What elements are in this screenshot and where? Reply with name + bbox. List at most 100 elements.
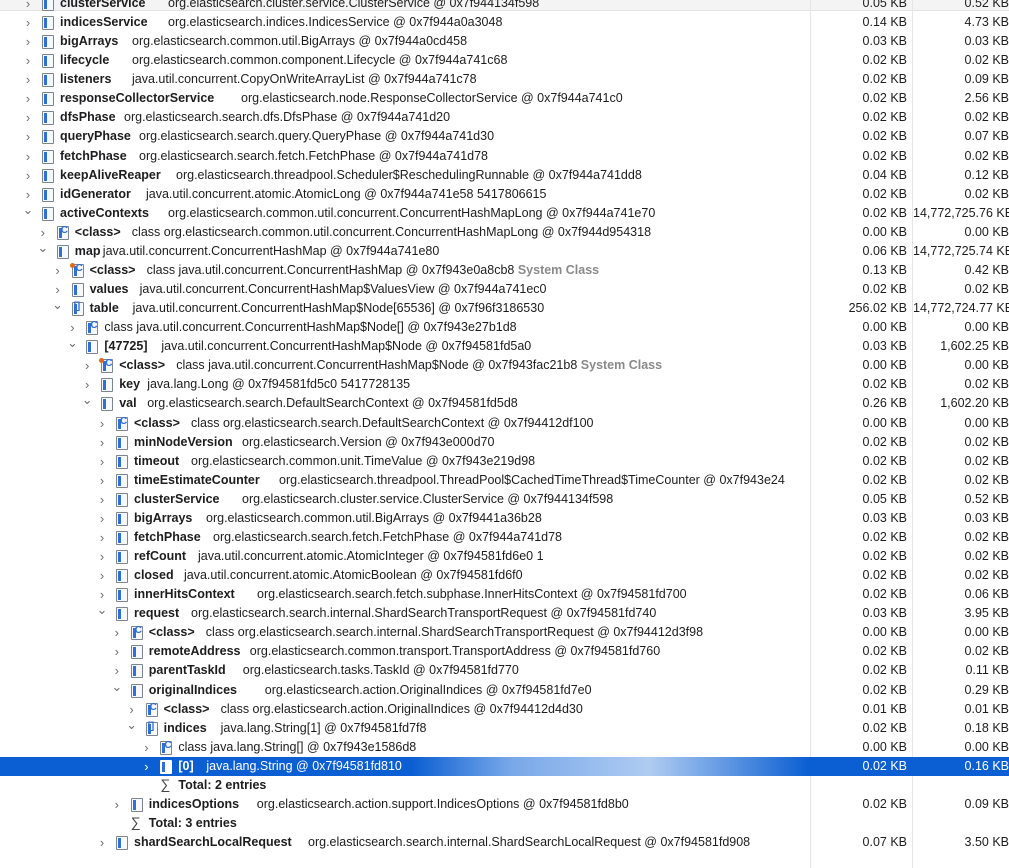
tree-row[interactable]: ⌄ map java.util.concurrent.ConcurrentHashM… [0,242,1009,261]
chevron-right-icon[interactable]: › [22,13,34,32]
tree-row[interactable]: › keepAliveReaper org.elasticsearch.thread… [0,166,1009,185]
chevron-right-icon[interactable]: › [96,490,108,509]
object-field-icon [86,340,99,355]
chevron-right-icon[interactable]: › [22,108,34,127]
chevron-right-icon[interactable]: › [96,452,108,471]
chevron-right-icon[interactable]: › [96,547,108,566]
chevron-right-icon[interactable]: › [22,32,34,51]
tree-row[interactable]: › indicesOptions org.elasticsearch.action.… [0,795,1009,814]
chevron-right-icon[interactable]: › [96,433,108,452]
tree-row[interactable]: › C <class> class org.elasticsearch.action.… [0,700,1009,719]
tree-row[interactable]: ⌄ [47725] java.util.concurrent.ConcurrentH… [0,337,1009,356]
shallow-size: 0.03 KB [862,510,907,525]
chevron-right-icon[interactable]: › [22,0,34,13]
tree-row[interactable]: › shardSearchLocalRequest org.elasticsearc… [0,833,1009,852]
tree-row[interactable]: › values java.util.concurrent.ConcurrentHa… [0,280,1009,299]
chevron-right-icon[interactable]: › [22,70,34,89]
chevron-right-icon[interactable]: › [111,642,123,661]
chevron-right-icon[interactable]: › [111,661,123,680]
total-row[interactable]: ∑ Total: 2 entries [0,776,1009,795]
chevron-right-icon[interactable]: › [22,51,34,70]
tree-row[interactable]: › lifecycle org.elasticsearch.common.compo… [0,51,1009,70]
chevron-right-icon[interactable]: › [81,375,93,394]
array-glyph: [] [73,301,81,313]
chevron-right-icon[interactable]: › [140,738,152,757]
chevron-right-icon[interactable]: › [22,89,34,108]
chevron-down-icon[interactable]: ⌄ [37,242,49,257]
tree-row[interactable]: › responseCollectorService org.elasticsear… [0,89,1009,108]
tree-row[interactable]: › C <class> class org.elasticsearch.common.… [0,223,1009,242]
tree-row[interactable]: ⌄ originalIndices org.elasticsearch.action… [0,681,1009,700]
tree-row[interactable]: › C <class> class org.elasticsearch.search.… [0,414,1009,433]
chevron-down-icon[interactable]: ⌄ [111,681,123,696]
tree-row[interactable]: › C <class> class java.util.concurrent.Conc… [0,261,1009,280]
chevron-right-icon[interactable]: › [111,795,123,814]
tree-row[interactable]: › key java.lang.Long @ 0x7f94581fd5c0 5417… [0,375,1009,394]
chevron-right-icon[interactable]: › [66,318,78,337]
tree-row[interactable]: › C <class> class java.util.concurrent.Conc… [0,356,1009,375]
object-field-icon [116,454,128,469]
chevron-right-icon[interactable]: › [22,127,34,146]
field-name: [47725] [104,339,148,354]
tree-row[interactable]: › timeEstimateCounter org.elasticsearch.th… [0,471,1009,490]
object-description: class org.elasticsearch.common.util.conc… [131,224,652,239]
object-description: org.elasticsearch.search.fetch.subphase.… [257,587,687,602]
tree-row[interactable]: › closed java.util.concurrent.atomic.Atomi… [0,566,1009,585]
system-marker [99,358,105,364]
chevron-right-icon[interactable]: › [52,261,64,280]
tree-row[interactable]: › queryPhase org.elasticsearch.search.quer… [0,127,1009,146]
retained-size: 0.00 KB [964,358,1009,373]
tree-row[interactable]: › minNodeVersion org.elasticsearch.Version… [0,433,1009,452]
chevron-down-icon[interactable]: ⌄ [52,299,64,314]
tree-row[interactable]: › refCount java.util.concurrent.atomic.Ato… [0,547,1009,566]
object-description: java.util.concurrent.ConcurrentHashMap @… [102,243,440,258]
chevron-down-icon[interactable]: ⌄ [126,719,138,734]
tree-row[interactable]: › remoteAddress org.elasticsearch.common.t… [0,642,1009,661]
chevron-right-icon[interactable]: › [22,147,34,166]
chevron-right-icon[interactable]: › [96,414,108,433]
chevron-down-icon[interactable]: ⌄ [22,204,34,219]
tree-row[interactable]: › C <class> class org.elasticsearch.search.… [0,623,1009,642]
tree-row[interactable]: › indicesService org.elasticsearch.indices… [0,13,1009,32]
tree-row[interactable]: ⌄ [] table java.util.concurrent.ConcurrentH… [0,299,1009,318]
total-row[interactable]: ∑ Total: 3 entries [0,814,1009,833]
tree-row[interactable]: › parentTaskId org.elasticsearch.tasks.Tas… [0,661,1009,680]
tree-row[interactable]: › Cclass java.lang.String[] @ 0x7f943e158… [0,738,1009,757]
tree-row[interactable]: › listeners java.util.concurrent.CopyOnWri… [0,70,1009,89]
tree-row[interactable]: › bigArrays org.elasticsearch.common.util.… [0,32,1009,51]
chevron-down-icon[interactable]: ⌄ [66,337,78,352]
tree-row[interactable]: › dfsPhase org.elasticsearch.search.dfs.Df… [0,108,1009,127]
tree-row[interactable]: › innerHitsContext org.elasticsearch.searc… [0,585,1009,604]
chevron-right-icon[interactable]: › [96,585,108,604]
tree-row[interactable]: ⌄ [] indices java.lang.String[1] @ 0x7f9458… [0,719,1009,738]
chevron-right-icon[interactable]: › [81,356,93,375]
chevron-down-icon[interactable]: ⌄ [96,604,108,619]
tree-row[interactable]: ⌄ activeContexts org.elasticsearch.common.… [0,204,1009,223]
chevron-right-icon[interactable]: › [111,623,123,642]
tree-row[interactable]: › clusterService org.elasticsearch.cluster… [0,490,1009,509]
chevron-down-icon[interactable]: ⌄ [81,394,93,409]
tree-row[interactable]: › Cclass java.util.concurrent.ConcurrentH… [0,318,1009,337]
chevron-right-icon[interactable]: › [96,528,108,547]
tree-row[interactable]: › fetchPhase org.elasticsearch.search.fetc… [0,528,1009,547]
tree-row[interactable]: › bigArrays org.elasticsearch.common.util.… [0,509,1009,528]
tree-row[interactable]: › fetchPhase org.elasticsearch.search.fetc… [0,147,1009,166]
chevron-right-icon[interactable]: › [140,757,152,776]
chevron-right-icon[interactable]: › [52,280,64,299]
chevron-right-icon[interactable]: › [22,166,34,185]
tree-row[interactable]: › [0] java.lang.String @ 0x7f94581fd810 0.0… [0,756,1009,776]
tree-row[interactable]: ⌄ request org.elasticsearch.search.interna… [0,604,1009,623]
object-description: class java.util.concurrent.ConcurrentHas… [176,358,663,373]
tree-row[interactable]: ⌄ val org.elasticsearch.search.DefaultSear… [0,394,1009,413]
tree-row[interactable]: › idGenerator java.util.concurrent.atomic.… [0,185,1009,204]
chevron-right-icon[interactable]: › [96,833,108,852]
chevron-right-icon[interactable]: › [37,223,49,242]
chevron-right-icon[interactable]: › [96,566,108,585]
tree-row[interactable]: › clusterService org.elasticsearch.cluster… [0,0,1009,13]
chevron-right-icon[interactable]: › [22,185,34,204]
chevron-right-icon[interactable]: › [126,700,138,719]
tree-row[interactable]: › timeout org.elasticsearch.common.unit.Ti… [0,452,1009,471]
chevron-right-icon[interactable]: › [96,471,108,490]
sum-glyph: ∑ [130,814,141,830]
chevron-right-icon[interactable]: › [96,509,108,528]
